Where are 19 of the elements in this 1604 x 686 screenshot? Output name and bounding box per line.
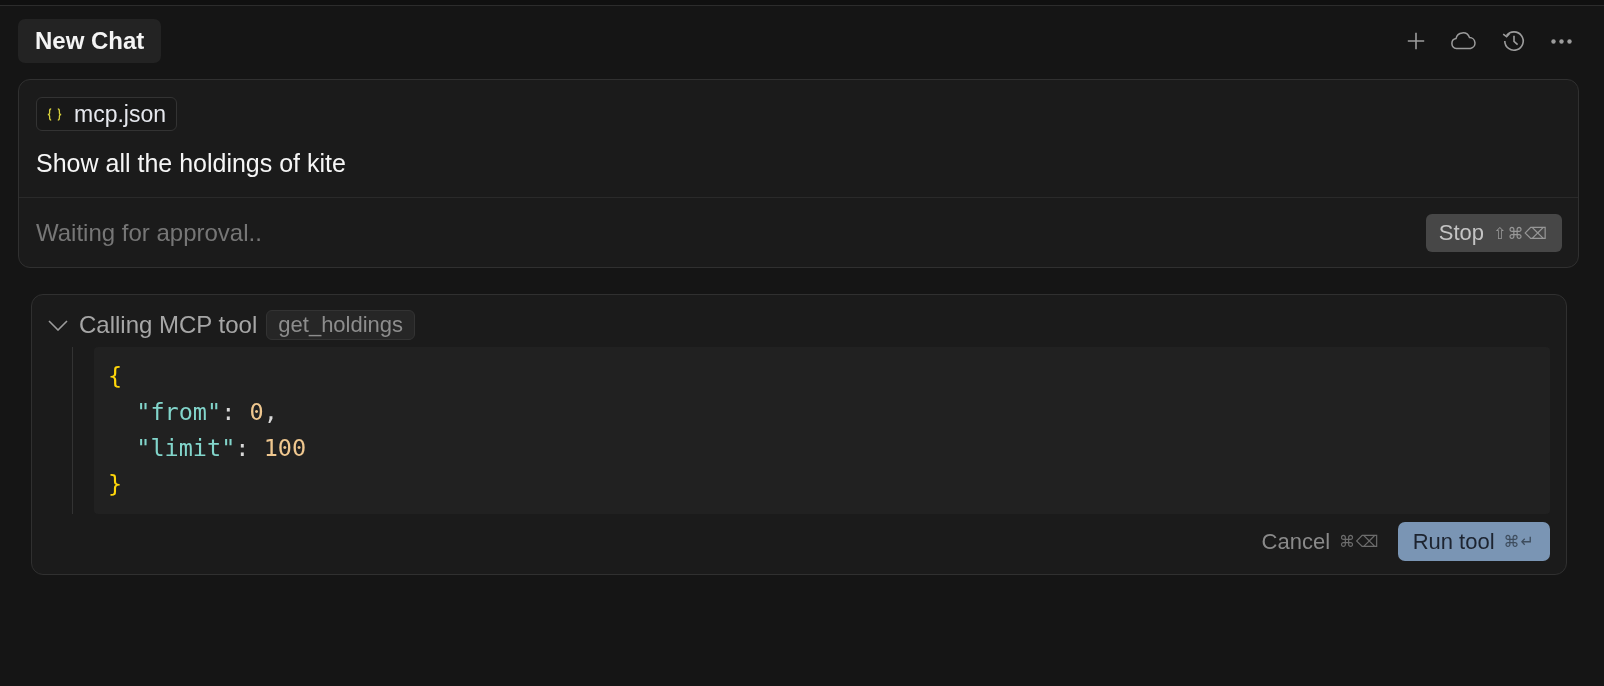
code-line: } [108, 469, 124, 500]
run-tool-button[interactable]: Run tool ⌘↵ [1397, 522, 1550, 561]
code-line: "from": 0, [135, 397, 279, 428]
stop-button[interactable]: Stop ⇧⌘⌫ [1425, 214, 1562, 252]
chevron-icon[interactable] [48, 319, 68, 331]
message-text: Show all the holdings of kite [36, 148, 347, 178]
status-text: Waiting for approval.. [36, 218, 262, 248]
plus-icon[interactable] [1407, 32, 1425, 50]
braces-icon [47, 107, 62, 121]
code-line: { [108, 361, 124, 392]
chat-tab[interactable]: New Chat [18, 19, 162, 63]
attachment-chip[interactable]: mcp.json [36, 97, 178, 131]
code-line: "limit": 100 [135, 433, 308, 464]
history-icon[interactable] [1502, 29, 1526, 53]
cancel-button[interactable]: Cancel ⌘⌫ [1253, 522, 1388, 561]
tool-call-title: Calling MCP tool [79, 310, 258, 340]
tool-name-tag: get_holdings [266, 310, 416, 340]
more-icon[interactable] [1551, 38, 1572, 44]
cloud-icon[interactable] [1450, 32, 1477, 50]
